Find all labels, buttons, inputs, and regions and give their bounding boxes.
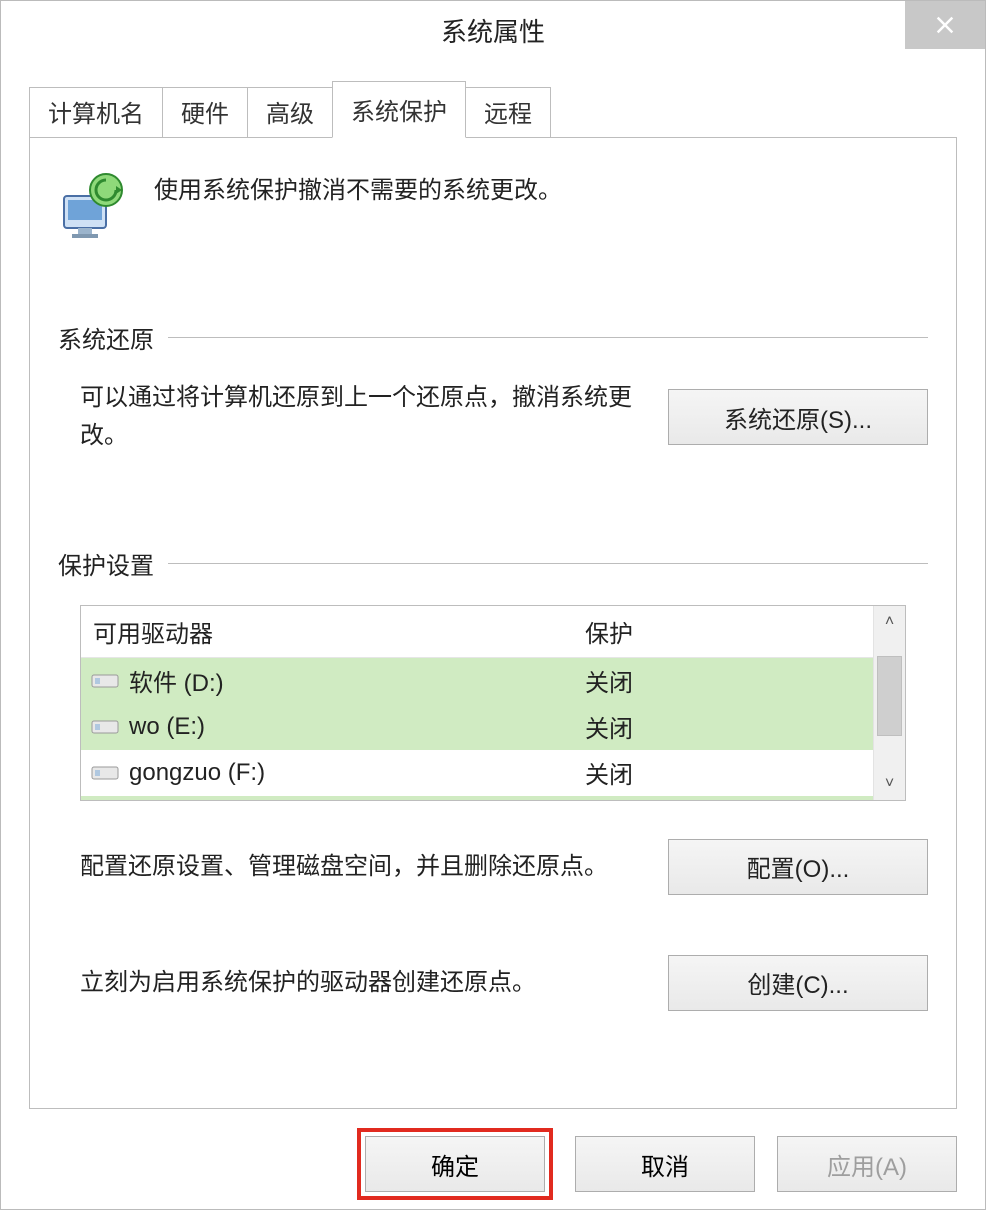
section-protection-label: 保护设置 <box>58 546 154 581</box>
scroll-track[interactable] <box>874 638 905 768</box>
close-button[interactable] <box>905 1 985 49</box>
system-properties-window: 系统属性 计算机名 硬件 高级 系统保护 远程 使用系统保护撤消不需要 <box>0 0 986 1210</box>
drives-empty-area <box>81 796 873 800</box>
scroll-thumb[interactable] <box>877 656 902 736</box>
column-protection: 保护 <box>573 606 873 658</box>
drive-row[interactable]: wo (E:) 关闭 <box>81 704 873 750</box>
tabs: 计算机名 硬件 高级 系统保护 远程 <box>1 81 985 137</box>
titlebar: 系统属性 <box>1 1 985 59</box>
configure-row: 配置还原设置、管理磁盘空间，并且删除还原点。 配置(O)... <box>58 839 928 895</box>
tab-system-protection[interactable]: 系统保护 <box>332 81 466 138</box>
system-restore-button[interactable]: 系统还原(S)... <box>668 389 928 445</box>
close-icon <box>934 14 956 36</box>
tab-remote[interactable]: 远程 <box>465 87 551 137</box>
divider <box>168 337 928 338</box>
system-restore-row: 可以通过将计算机还原到上一个还原点，撤消系统更改。 系统还原(S)... <box>58 379 928 456</box>
divider <box>168 563 928 564</box>
section-protection-header: 保护设置 <box>58 546 928 581</box>
create-button[interactable]: 创建(C)... <box>668 955 928 1011</box>
dialog-footer: 确定 取消 应用(A) <box>1 1119 985 1209</box>
drive-icon <box>91 717 119 737</box>
configure-description: 配置还原设置、管理磁盘空间，并且删除还原点。 <box>80 848 648 886</box>
chevron-up-icon: ˄ <box>885 613 894 631</box>
window-title: 系统属性 <box>441 12 545 49</box>
configure-button[interactable]: 配置(O)... <box>668 839 928 895</box>
drive-name: 软件 (D:) <box>129 663 224 698</box>
tab-advanced[interactable]: 高级 <box>247 87 333 137</box>
drive-protection-status: 关闭 <box>573 663 873 698</box>
intro-row: 使用系统保护撤消不需要的系统更改。 <box>58 168 928 240</box>
drive-name: wo (E:) <box>129 713 205 741</box>
drive-icon <box>91 671 119 691</box>
tab-panel-system-protection: 使用系统保护撤消不需要的系统更改。 系统还原 可以通过将计算机还原到上一个还原点… <box>29 137 957 1109</box>
drive-protection-status: 关闭 <box>573 709 873 744</box>
scrollbar[interactable]: ˄ ˅ <box>873 606 905 800</box>
drives-list-box: 可用驱动器 保护 软件 (D:) 关闭 <box>80 605 906 801</box>
drive-name: gongzuo (F:) <box>129 759 265 787</box>
ok-highlight: 确定 <box>357 1128 553 1200</box>
ok-button[interactable]: 确定 <box>365 1136 545 1192</box>
section-system-restore-header: 系统还原 <box>58 320 928 355</box>
apply-button[interactable]: 应用(A) <box>777 1136 957 1192</box>
drives-list[interactable]: 可用驱动器 保护 软件 (D:) 关闭 <box>81 606 873 800</box>
drives-rows: 软件 (D:) 关闭 wo (E:) 关闭 <box>81 658 873 800</box>
drive-icon <box>91 763 119 783</box>
drive-row[interactable]: 软件 (D:) 关闭 <box>81 658 873 704</box>
intro-text: 使用系统保护撤消不需要的系统更改。 <box>154 168 562 205</box>
system-protection-icon <box>58 168 130 240</box>
chevron-down-icon: ˅ <box>885 775 894 793</box>
cancel-button[interactable]: 取消 <box>575 1136 755 1192</box>
scroll-down-button[interactable]: ˅ <box>874 768 905 800</box>
column-drive: 可用驱动器 <box>81 606 573 658</box>
section-system-restore-label: 系统还原 <box>58 320 154 355</box>
scroll-up-button[interactable]: ˄ <box>874 606 905 638</box>
drives-header: 可用驱动器 保护 <box>81 606 873 658</box>
drive-row[interactable]: gongzuo (F:) 关闭 <box>81 750 873 796</box>
system-restore-description: 可以通过将计算机还原到上一个还原点，撤消系统更改。 <box>80 379 648 456</box>
drive-protection-status: 关闭 <box>573 755 873 790</box>
create-description: 立刻为启用系统保护的驱动器创建还原点。 <box>80 964 648 1002</box>
create-row: 立刻为启用系统保护的驱动器创建还原点。 创建(C)... <box>58 955 928 1011</box>
tab-computer-name[interactable]: 计算机名 <box>29 87 163 137</box>
tab-hardware[interactable]: 硬件 <box>162 87 248 137</box>
